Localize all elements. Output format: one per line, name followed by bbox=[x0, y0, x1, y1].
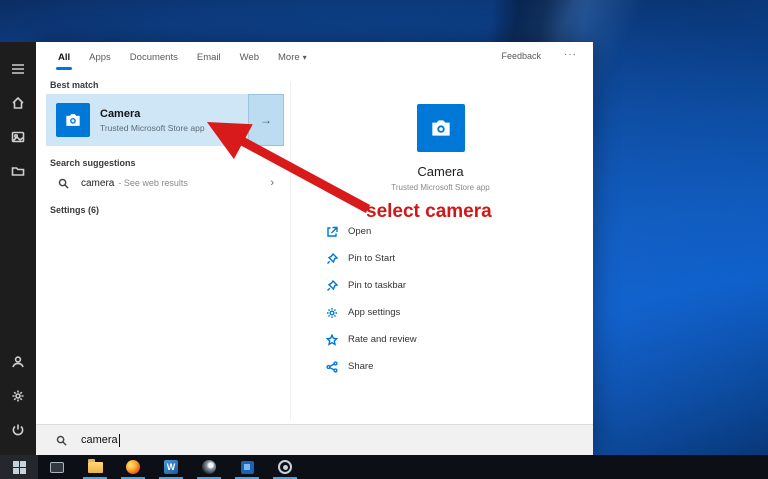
preview-app-name: Camera bbox=[291, 164, 590, 179]
text-cursor bbox=[119, 434, 120, 447]
search-suggestions-label: Search suggestions bbox=[50, 158, 136, 168]
windows-desktop: All Apps Documents Email Web More▾ Feedb… bbox=[0, 0, 768, 479]
tab-email[interactable]: Email bbox=[197, 52, 221, 63]
action-share[interactable]: Share bbox=[325, 353, 590, 380]
suggestion-camera-web[interactable]: camera - See web results › bbox=[46, 170, 284, 196]
search-left-rail bbox=[0, 42, 36, 455]
result-preview-pane: Camera Trusted Microsoft Store app Open … bbox=[290, 82, 590, 421]
rate-and-review-icon bbox=[325, 333, 338, 346]
tab-all[interactable]: All bbox=[58, 52, 70, 63]
arrow-right-icon: → bbox=[260, 113, 272, 127]
tab-apps[interactable]: Apps bbox=[89, 52, 111, 63]
search-input[interactable]: camera bbox=[36, 424, 593, 455]
expand-result-button[interactable]: → bbox=[248, 94, 284, 146]
tab-more[interactable]: More▾ bbox=[278, 52, 307, 63]
tab-web[interactable]: Web bbox=[240, 52, 259, 63]
search-query-text: camera bbox=[81, 434, 118, 446]
app-settings-icon bbox=[325, 306, 338, 319]
settings-gear-icon[interactable] bbox=[5, 379, 31, 413]
best-match-label: Best match bbox=[50, 80, 99, 90]
action-pin-to-taskbar[interactable]: Pin to taskbar bbox=[325, 272, 590, 299]
settings-section-label[interactable]: Settings (6) bbox=[50, 205, 99, 215]
power-icon[interactable] bbox=[5, 413, 31, 447]
camera-icon bbox=[56, 103, 90, 137]
share-icon bbox=[325, 360, 338, 373]
folder-icon[interactable] bbox=[5, 154, 31, 188]
home-icon[interactable] bbox=[5, 86, 31, 120]
suggestion-query: camera bbox=[81, 178, 114, 189]
search-flyout: All Apps Documents Email Web More▾ Feedb… bbox=[36, 42, 593, 455]
search-icon bbox=[58, 178, 69, 189]
camera-icon bbox=[417, 104, 465, 152]
action-rate-and-review[interactable]: Rate and review bbox=[325, 326, 590, 353]
start-button[interactable] bbox=[0, 455, 38, 479]
screen-recorder-icon[interactable] bbox=[266, 455, 304, 479]
preview-app-subtitle: Trusted Microsoft Store app bbox=[291, 183, 590, 192]
suggestion-hint: - See web results bbox=[118, 178, 188, 188]
pin-to-taskbar-icon bbox=[325, 279, 338, 292]
file-explorer-icon[interactable] bbox=[76, 455, 114, 479]
search-icon bbox=[56, 435, 67, 446]
more-options-icon[interactable]: ··· bbox=[564, 49, 577, 60]
chevron-down-icon: ▾ bbox=[303, 53, 307, 62]
app-actions-list: Open Pin to Start Pin to taskbar App set… bbox=[325, 218, 590, 380]
open-icon bbox=[325, 225, 338, 238]
photos-icon[interactable] bbox=[5, 120, 31, 154]
chevron-right-icon[interactable]: › bbox=[270, 177, 274, 189]
menu-icon[interactable] bbox=[5, 52, 31, 86]
firefox-icon[interactable] bbox=[114, 455, 152, 479]
blue-square-app-icon[interactable] bbox=[228, 455, 266, 479]
action-app-settings[interactable]: App settings bbox=[325, 299, 590, 326]
best-match-text: Camera Trusted Microsoft Store app bbox=[100, 108, 248, 133]
word-icon[interactable]: W bbox=[152, 455, 190, 479]
pin-to-start-icon bbox=[325, 252, 338, 265]
feedback-link[interactable]: Feedback bbox=[501, 51, 541, 61]
best-match-result-camera[interactable]: Camera Trusted Microsoft Store app → bbox=[46, 94, 284, 146]
windows-logo-icon bbox=[13, 461, 26, 474]
app-sphere-icon[interactable] bbox=[190, 455, 228, 479]
app-name: Camera bbox=[100, 108, 248, 120]
action-pin-to-start[interactable]: Pin to Start bbox=[325, 245, 590, 272]
app-subtitle: Trusted Microsoft Store app bbox=[100, 123, 248, 133]
tab-documents[interactable]: Documents bbox=[130, 52, 178, 63]
task-view-icon[interactable] bbox=[38, 455, 76, 479]
taskbar: W bbox=[0, 455, 768, 479]
annotation-label: select camera bbox=[366, 201, 492, 223]
account-icon[interactable] bbox=[5, 345, 31, 379]
